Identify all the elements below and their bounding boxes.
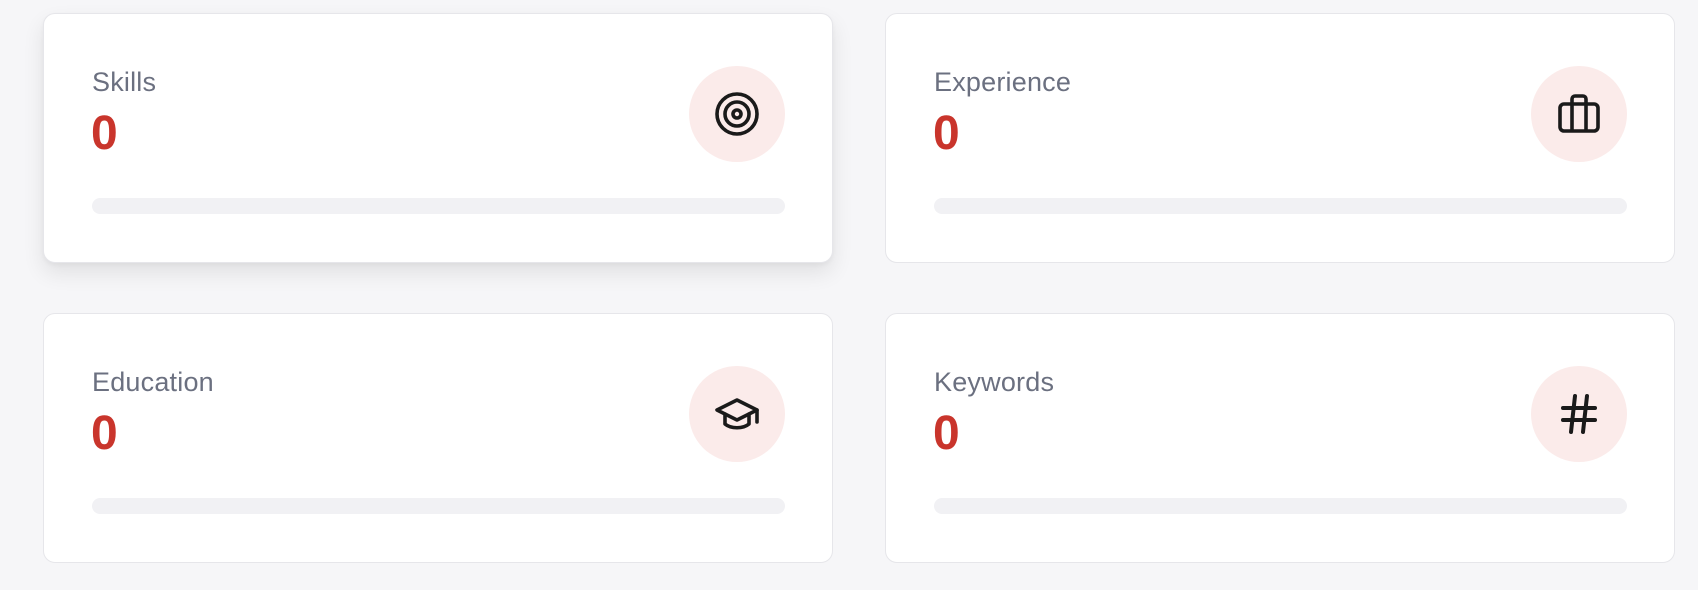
stat-label: Keywords xyxy=(934,367,1055,397)
hash-icon xyxy=(1531,366,1627,462)
stat-card-experience: Experience 0 xyxy=(885,13,1675,263)
stat-value: 0 xyxy=(933,407,960,460)
progress-bar xyxy=(934,198,1627,214)
progress-bar xyxy=(92,498,785,514)
stats-grid: Skills 0 Experience 0 Education 0 Keywor… xyxy=(43,13,1675,563)
briefcase-icon xyxy=(1531,66,1627,162)
stat-card-education: Education 0 xyxy=(43,313,833,563)
progress-bar xyxy=(934,498,1627,514)
target-icon xyxy=(689,66,785,162)
stat-value: 0 xyxy=(91,107,118,160)
stat-label: Education xyxy=(92,367,214,397)
stat-label: Skills xyxy=(92,67,157,97)
progress-bar xyxy=(92,198,785,214)
stat-card-skills: Skills 0 xyxy=(43,13,833,263)
stat-card-keywords: Keywords 0 xyxy=(885,313,1675,563)
stat-label: Experience xyxy=(934,67,1072,97)
stat-value: 0 xyxy=(91,407,118,460)
stat-value: 0 xyxy=(933,107,960,160)
graduation-cap-icon xyxy=(689,366,785,462)
